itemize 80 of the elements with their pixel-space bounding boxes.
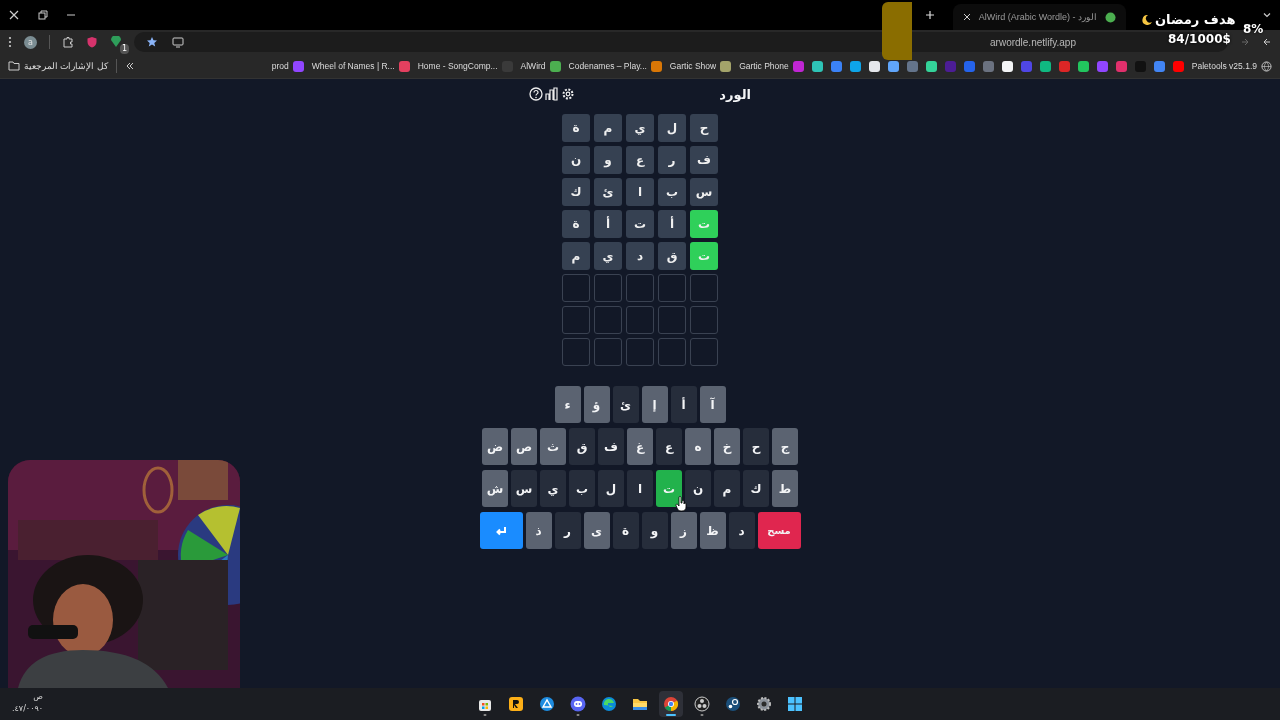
letter-key[interactable]: ه: [685, 428, 711, 465]
letter-key[interactable]: آ: [699, 386, 726, 423]
letter-key[interactable]: ر: [554, 512, 581, 549]
letter-key[interactable]: س: [511, 470, 537, 507]
letter-tile: ن: [562, 146, 590, 174]
letter-key[interactable]: ن: [685, 470, 711, 507]
letter-tile: ي: [626, 114, 654, 142]
letter-key[interactable]: ش: [482, 470, 508, 507]
letter-key[interactable]: ض: [482, 428, 508, 465]
bookmark-link[interactable]: Wheel of Names | R...: [311, 60, 410, 72]
letter-key[interactable]: ع: [656, 428, 682, 465]
tab-title: AlWird (Arabic Wordle) - الورد: [978, 12, 1097, 22]
letter-tile: ت: [626, 210, 654, 238]
letter-key[interactable]: ي: [540, 470, 566, 507]
clock-text: ص: [32, 691, 44, 703]
letter-key[interactable]: غ: [627, 428, 653, 465]
letter-key[interactable]: ف: [598, 428, 624, 465]
letter-tile: ح: [690, 114, 718, 142]
letter-key[interactable]: ذ: [525, 512, 552, 549]
bookmark-link[interactable]: Gartic Phone: [739, 60, 804, 72]
bookmark-link[interactable]: Codenames – Play...: [568, 60, 662, 72]
letter-key[interactable]: ء: [554, 386, 581, 423]
letter-tile: و: [594, 146, 622, 174]
letter-tile: ف: [690, 146, 718, 174]
letter-key[interactable]: ج: [772, 428, 798, 465]
letter-tile: أ: [594, 210, 622, 238]
letter-key[interactable]: ك: [743, 470, 769, 507]
letter-key[interactable]: ؤ: [583, 386, 610, 423]
letter-tile: ع: [626, 146, 654, 174]
letter-key[interactable]: ل: [598, 470, 624, 507]
game-title: الورد: [719, 86, 751, 102]
letter-tile: م: [594, 114, 622, 142]
all-bookmarks-link[interactable]: كل الإشارات المرجعية: [8, 60, 108, 72]
letter-key[interactable]: ب: [569, 470, 595, 507]
letter-tile: ب: [658, 178, 686, 206]
letter-key[interactable]: و: [641, 512, 668, 549]
bookmark-link[interactable]: prod: [271, 60, 304, 72]
goal-percent: 8%: [1243, 22, 1264, 36]
letter-tile: ئ: [594, 178, 622, 206]
browser-tab[interactable]: AlWird (Arabic Wordle) - الورد: [952, 4, 1126, 30]
letter-key[interactable]: د: [728, 512, 755, 549]
letter-tile: ت: [690, 242, 718, 270]
letter-tile: أ: [658, 210, 686, 238]
goal-amount: 84/1000$: [1168, 32, 1231, 46]
letter-key[interactable]: إ: [641, 386, 668, 423]
letter-tile: ا: [626, 178, 654, 206]
delete-key[interactable]: مسح: [757, 512, 801, 549]
letter-key[interactable]: ة: [612, 512, 639, 549]
letter-tile: ي: [594, 242, 622, 270]
letter-key[interactable]: أ: [670, 386, 697, 423]
letter-key[interactable]: ز: [670, 512, 697, 549]
letter-tile: ر: [658, 146, 686, 174]
letter-key[interactable]: ق: [569, 428, 595, 465]
bookmark-link[interactable]: Paletools v25.1.9: [1191, 60, 1272, 72]
letter-tile: ك: [562, 178, 590, 206]
letter-key[interactable]: خ: [714, 428, 740, 465]
letter-key[interactable]: ا: [627, 470, 653, 507]
letter-tile: د: [626, 242, 654, 270]
letter-tile: س: [690, 178, 718, 206]
letter-key[interactable]: ص: [511, 428, 537, 465]
letter-tile: ق: [658, 242, 686, 270]
goal-title: هدف رمضان: [1155, 12, 1236, 27]
letter-tile: ت: [690, 210, 718, 238]
bookmark-link[interactable]: AlWird: [520, 60, 561, 72]
bookmark-link[interactable]: Home - SongComp...: [417, 60, 513, 72]
letter-key[interactable]: ى: [583, 512, 610, 549]
letter-tile: ة: [562, 114, 590, 142]
letter-tile: ل: [658, 114, 686, 142]
letter-tile: ة: [562, 210, 590, 238]
letter-key[interactable]: م: [714, 470, 740, 507]
clock-text: ٤٧/٠٠٩٠.: [12, 703, 44, 715]
letter-tile: م: [562, 242, 590, 270]
letter-key[interactable]: ث: [540, 428, 566, 465]
extension-badge: 1: [119, 44, 129, 54]
letter-key[interactable]: ط: [772, 470, 798, 507]
letter-key[interactable]: ح: [743, 428, 769, 465]
letter-key[interactable]: ئ: [612, 386, 639, 423]
letter-key[interactable]: ظ: [699, 512, 726, 549]
bookmark-link[interactable]: Gartic Show: [669, 60, 732, 72]
url-text: arwordle.netlify.app: [990, 36, 1076, 48]
